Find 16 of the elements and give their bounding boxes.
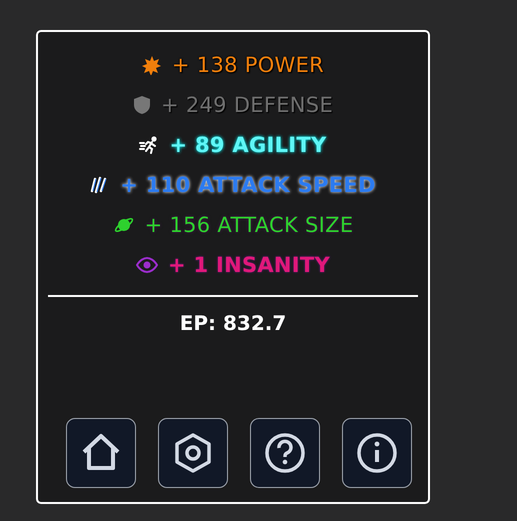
stat-text: + 110 ATTACK SPEED bbox=[120, 173, 376, 197]
running-figure-icon bbox=[139, 136, 160, 154]
stat-text: + 156 ATTACK SIZE bbox=[144, 213, 354, 237]
eye-icon bbox=[136, 257, 158, 273]
stat-text: + 249 DEFENSE bbox=[160, 93, 334, 117]
info-button[interactable] bbox=[342, 418, 412, 488]
stat-text: + 138 POWER bbox=[172, 53, 324, 77]
home-button[interactable] bbox=[66, 418, 136, 488]
star-icon bbox=[142, 55, 162, 75]
help-button[interactable] bbox=[250, 418, 320, 488]
stat-text: + 1 INSANITY bbox=[168, 253, 330, 277]
ep-value: EP: 832.7 bbox=[178, 311, 288, 335]
shield-icon bbox=[132, 95, 151, 115]
settings-button[interactable] bbox=[158, 418, 228, 488]
stat-text: + 89 AGILITY bbox=[169, 133, 327, 157]
planet-icon bbox=[112, 215, 135, 235]
